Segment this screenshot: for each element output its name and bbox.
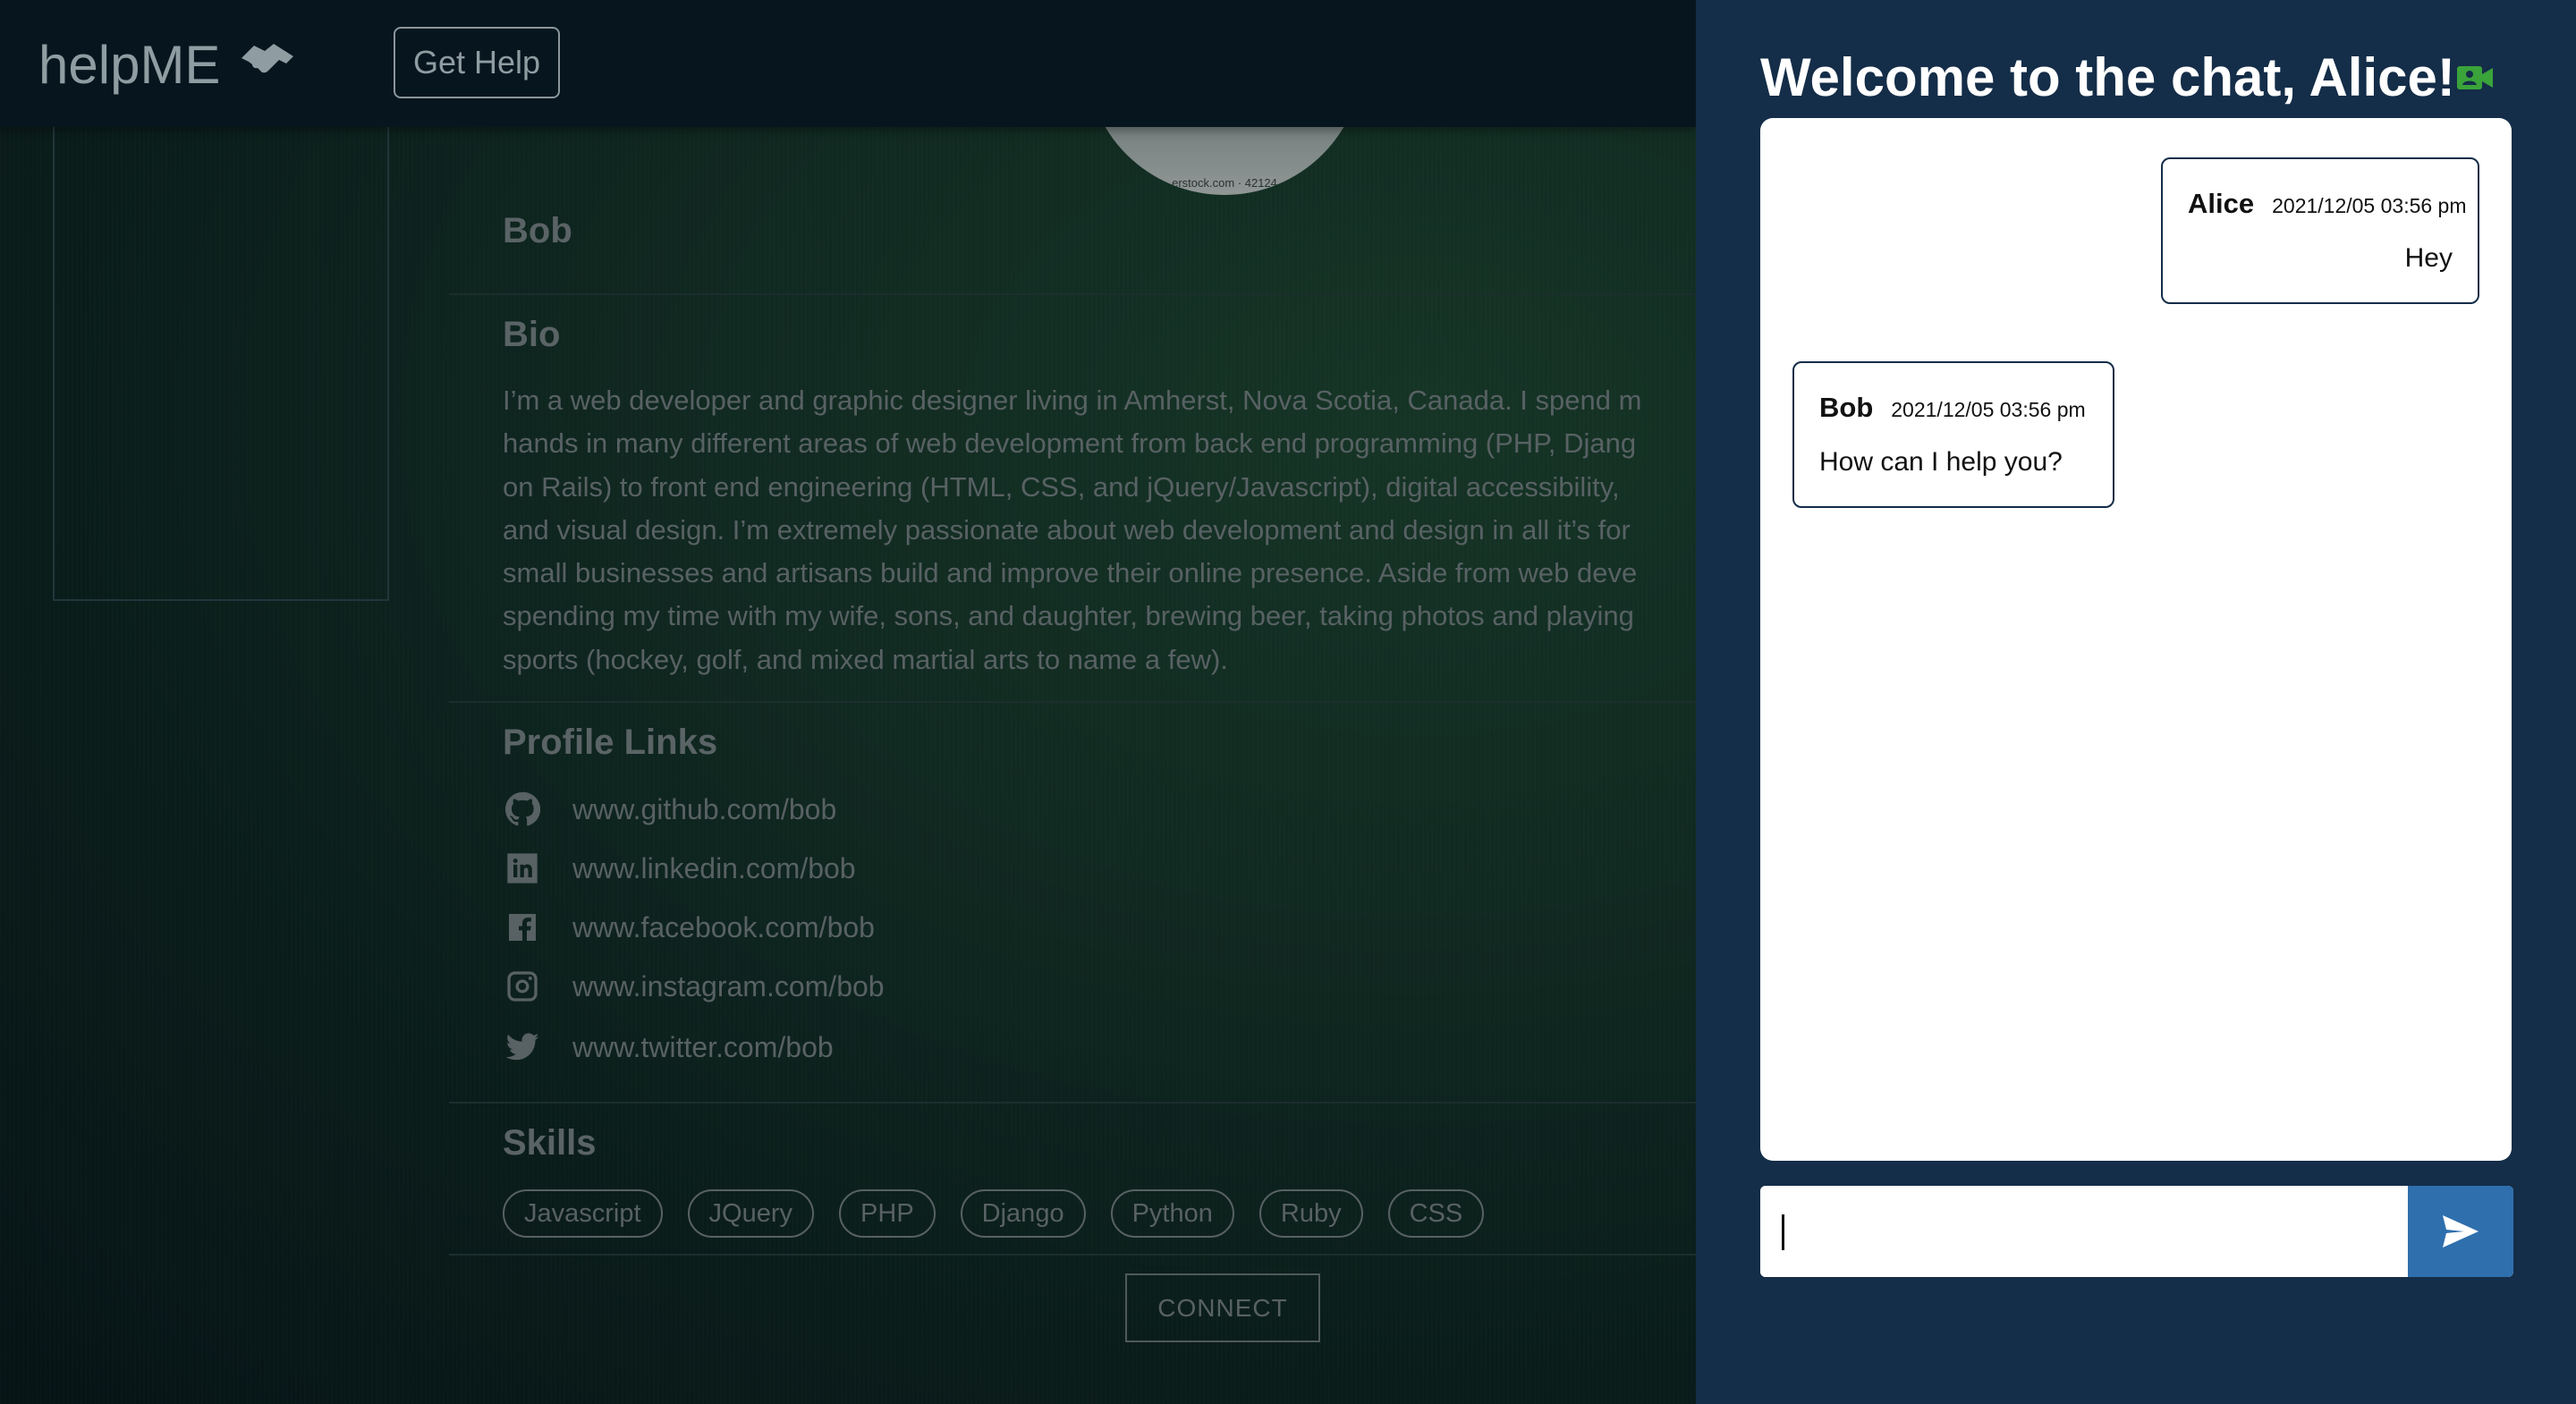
- text-caret: [1782, 1214, 1784, 1250]
- chat-input[interactable]: [1760, 1186, 2408, 1277]
- page-overlay: [0, 0, 1696, 1404]
- message-composer: [1760, 1186, 2513, 1277]
- get-help-button[interactable]: Get Help: [394, 27, 560, 98]
- message-time: 2021/12/05 03:56 pm: [1891, 398, 2086, 421]
- send-button[interactable]: [2408, 1186, 2513, 1277]
- send-icon: [2443, 1215, 2479, 1248]
- navbar: helpME Get Help: [0, 0, 1696, 127]
- message-time: 2021/12/05 03:56 pm: [2272, 194, 2467, 217]
- message-list[interactable]: Alice 2021/12/05 03:56 pm Hey Bob 2021/1…: [1760, 118, 2512, 1161]
- message-bubble: Alice 2021/12/05 03:56 pm Hey: [2161, 157, 2479, 304]
- brand[interactable]: helpME: [38, 30, 297, 98]
- video-camera-icon[interactable]: [2456, 63, 2494, 93]
- message-text: Hey: [2404, 243, 2453, 273]
- message-bubble: Bob 2021/12/05 03:56 pm How can I help y…: [1792, 361, 2114, 508]
- handshake-icon: [238, 34, 297, 96]
- message-text: How can I help you?: [1819, 447, 2063, 477]
- chat-panel: Welcome to the chat, Alice! Alice 2021/1…: [1696, 0, 2576, 1404]
- message-sender: Bob: [1819, 392, 1874, 423]
- brand-name: helpME: [38, 34, 221, 95]
- chat-title: Welcome to the chat, Alice!: [1760, 47, 2455, 107]
- message-sender: Alice: [2188, 188, 2255, 219]
